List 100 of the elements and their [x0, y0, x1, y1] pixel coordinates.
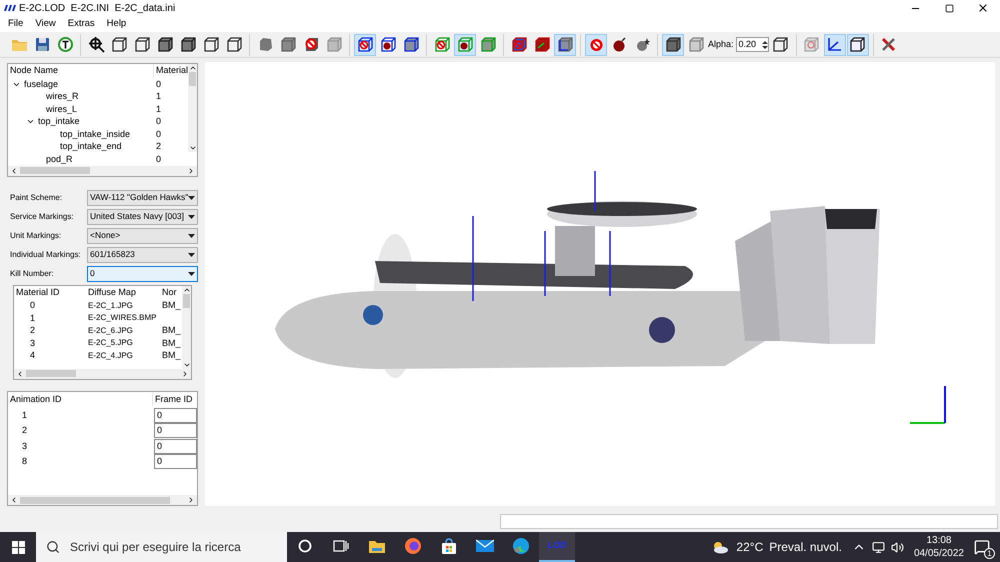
sphere-icon: [610, 36, 628, 53]
dropdown[interactable]: United States Navy [003]: [87, 208, 198, 224]
maximize-icon: [944, 4, 954, 12]
dropdown[interactable]: 0: [87, 266, 198, 282]
spin-arrows-icon[interactable]: [762, 40, 768, 50]
caret-icon: [188, 252, 195, 256]
scroll-right-icon[interactable]: [181, 370, 189, 378]
menu-item[interactable]: Extras: [64, 16, 99, 32]
scroll-left-icon[interactable]: [10, 166, 18, 174]
table-cell-text: 0: [155, 78, 162, 90]
table-cell-text: E-2C_5.JPG: [87, 337, 134, 350]
tree-node[interactable]: pod_R: [38, 152, 73, 166]
tree-node[interactable]: fuselage: [24, 78, 58, 91]
cube-icon: [772, 36, 790, 53]
table-cell-text: 1: [21, 408, 28, 422]
toolbar-button[interactable]: [554, 34, 576, 56]
field-label: Kill Number:: [9, 268, 55, 280]
temperature: 22°C: [736, 539, 764, 556]
search-field[interactable]: Scrivi qui per eseguire la ricerca: [36, 532, 287, 562]
column-header[interactable]: Node Name: [8, 64, 154, 78]
volume-icon[interactable]: [890, 540, 904, 554]
column-header[interactable]: Material: [154, 64, 188, 78]
cube-icon: [849, 36, 866, 53]
toolbar-button[interactable]: [824, 34, 846, 56]
scrollbar-thumb[interactable]: [26, 370, 76, 377]
table-cell-text: 0: [155, 128, 162, 140]
table-cell-text: 2: [21, 424, 28, 437]
search-icon: [46, 540, 60, 554]
table-cell-text: BM_: [161, 349, 181, 362]
scroll-left-icon[interactable]: [16, 370, 24, 378]
app-icon: [4, 5, 16, 11]
frame-input[interactable]: 0: [154, 423, 197, 438]
toolbar-button[interactable]: [662, 34, 684, 56]
frame-input[interactable]: 0: [154, 454, 197, 470]
table-cell-text: E-2C_4.JPG: [87, 350, 134, 362]
window-title: E-2C.LOD E-2C.INI E-2C_data.ini: [19, 2, 176, 16]
column-header[interactable]: Material ID: [14, 286, 86, 300]
caret-icon: [188, 234, 195, 238]
tools-icon: [880, 36, 898, 53]
tree-node[interactable]: top_intake: [38, 115, 80, 128]
zoom-icon: [88, 36, 104, 53]
table-cell-text: 0: [155, 152, 162, 166]
scrollbar-thumb[interactable]: [20, 167, 90, 174]
close-icon: [977, 2, 989, 14]
toolbar-button[interactable]: [846, 34, 869, 56]
scrollbar-thumb[interactable]: [189, 72, 196, 86]
dropdown[interactable]: <None>: [87, 228, 198, 244]
notification-icon[interactable]: [974, 539, 990, 555]
tree-node[interactable]: wires_L: [38, 102, 78, 116]
column-header[interactable]: Frame ID: [153, 392, 193, 406]
table-cell-text: 3: [21, 440, 28, 452]
column-header[interactable]: Nor: [160, 286, 177, 300]
tree-node[interactable]: top_intake_end: [52, 140, 122, 154]
windows-icon: [12, 540, 24, 554]
cube-icon: [202, 36, 220, 53]
cube-icon: [534, 36, 550, 53]
table-cell-text: 1: [155, 102, 162, 116]
scrollbar-thumb[interactable]: [183, 294, 190, 308]
dropdown[interactable]: 601/165823: [87, 246, 198, 262]
menu-item[interactable]: View: [31, 16, 60, 32]
mail-icon: [476, 539, 494, 553]
toolbar-button[interactable]: [354, 34, 376, 56]
weather-text: Preval. nuvol.: [769, 539, 842, 556]
dropdown[interactable]: VAW-112 "Golden Hawks": [87, 190, 198, 206]
table-cell-text: BM_: [161, 336, 181, 350]
field-label: Paint Scheme:: [9, 192, 64, 204]
scroll-left-icon[interactable]: [10, 496, 18, 504]
shopping-bag-icon: [441, 538, 457, 554]
axes-icon: [826, 36, 844, 53]
table-cell-text: 3: [29, 336, 36, 350]
cube-icon: [326, 36, 342, 53]
cube-icon: [803, 36, 820, 53]
network-icon[interactable]: [872, 540, 885, 554]
caret-icon: [188, 196, 196, 200]
toolbar-button[interactable]: [454, 34, 476, 56]
column-header[interactable]: Diffuse Map: [86, 286, 160, 300]
cube-icon: [280, 36, 296, 53]
field-label: Unit Markings:: [9, 230, 62, 242]
frame-input[interactable]: 0: [154, 408, 197, 423]
scroll-right-icon[interactable]: [187, 496, 195, 504]
menu-item[interactable]: Help: [102, 16, 130, 32]
scrollbar-thumb[interactable]: [20, 496, 170, 504]
cube-icon: [664, 36, 682, 53]
cube-icon: [302, 36, 320, 53]
scroll-down-icon[interactable]: [188, 144, 196, 152]
status-field[interactable]: [500, 514, 998, 528]
scroll-up-icon[interactable]: [188, 64, 196, 72]
table-cell-text: 0: [29, 299, 36, 312]
browser-icon: [512, 537, 530, 555]
clock-date: 04/05/2022: [914, 547, 964, 560]
browser-icon: [404, 537, 422, 555]
menu-item[interactable]: File: [4, 16, 28, 32]
tree-node[interactable]: top_intake_inside: [52, 128, 130, 141]
sphere-icon: [588, 36, 604, 53]
alpha-spin-field[interactable]: 0.20: [736, 37, 769, 52]
column-header[interactable]: Animation ID: [8, 392, 153, 406]
frame-input[interactable]: 0: [154, 438, 197, 454]
cube-icon: [110, 36, 128, 53]
scroll-right-icon[interactable]: [187, 166, 195, 174]
tree-node[interactable]: wires_R: [38, 90, 79, 104]
